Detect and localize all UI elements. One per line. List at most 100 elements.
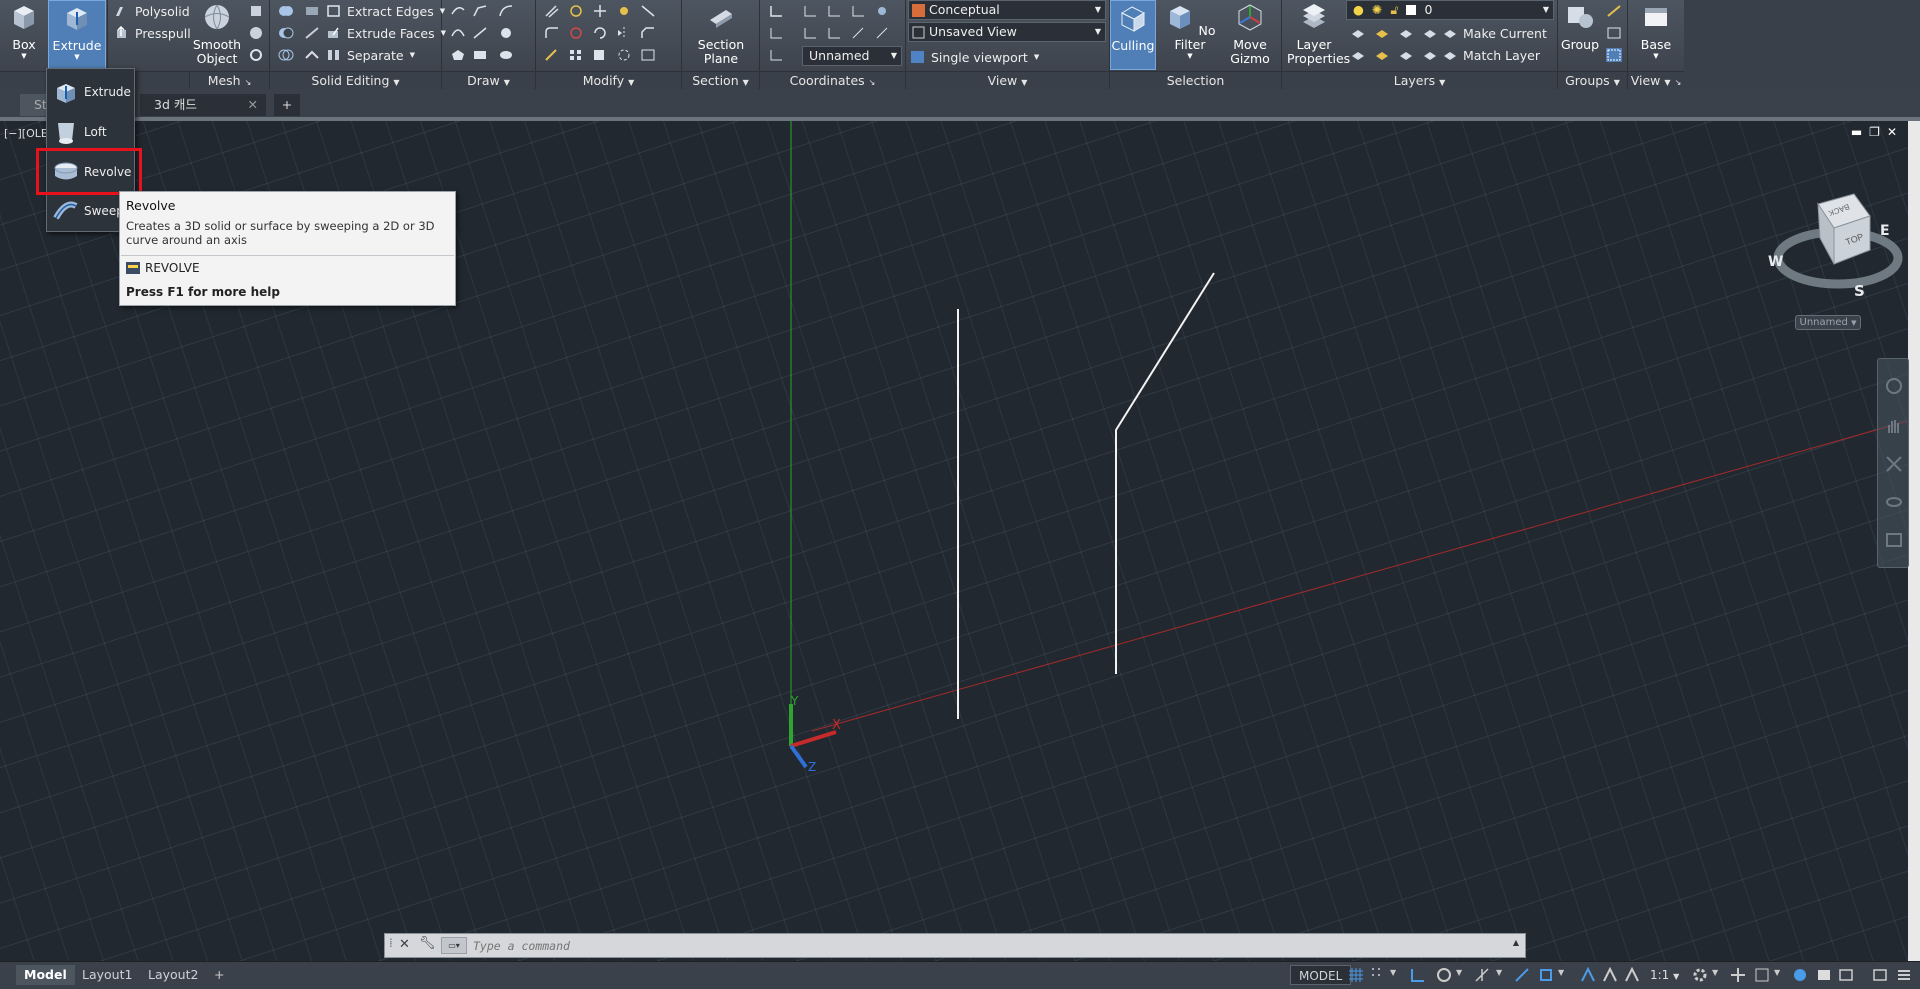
no-filter-button[interactable]: No Filter ▼ [1162, 0, 1218, 70]
ucs-x-icon[interactable] [826, 4, 842, 18]
rectangle-icon[interactable] [472, 48, 488, 62]
presspull-button[interactable]: Presspull [114, 22, 191, 44]
customization-menu-icon[interactable] [1896, 967, 1912, 983]
array-icon[interactable] [568, 48, 584, 62]
layer-freeze-icon[interactable] [1398, 26, 1414, 40]
layer-unlock-icon[interactable] [1422, 48, 1438, 62]
command-input[interactable] [473, 935, 1483, 956]
close-icon[interactable]: ✕ [399, 937, 410, 952]
annotation-visibility-icon[interactable] [1602, 967, 1618, 983]
rotate-3d-icon[interactable] [568, 26, 584, 40]
snap-icon[interactable] [1370, 967, 1386, 983]
orbit-icon[interactable] [1885, 493, 1903, 511]
ucs-combo[interactable]: Unnamed ▼ [802, 46, 902, 66]
polygon-icon[interactable] [450, 48, 466, 62]
match-layer-button[interactable]: Match Layer [1442, 44, 1540, 66]
compass-south-label[interactable]: S [1854, 282, 1865, 300]
add-layout-button[interactable]: + [206, 965, 232, 985]
ucs-3point-icon[interactable] [874, 26, 890, 40]
pan-hand-icon[interactable] [1885, 417, 1903, 435]
object-snap-tracking-icon[interactable] [1514, 967, 1530, 983]
ucs-origin-icon[interactable] [768, 26, 784, 40]
stretch-icon[interactable] [592, 48, 608, 62]
layers-panel-title[interactable]: Layers ▼ [1282, 71, 1557, 89]
chevron-down-icon[interactable]: ▼ [1712, 968, 1718, 977]
chamfer-icon[interactable] [640, 26, 656, 40]
gizmo-icon[interactable] [568, 4, 584, 18]
customize-wrench-icon[interactable]: 🔧︎ [419, 936, 436, 951]
chevron-down-icon[interactable]: ▼ [1774, 968, 1780, 977]
extrude-button[interactable]: Extrude ▼ [48, 0, 106, 70]
new-tab-button[interactable]: + [274, 94, 300, 116]
helix-icon[interactable] [450, 4, 466, 18]
chevron-down-icon[interactable]: ▼ [1496, 968, 1502, 977]
group-selection-icon[interactable] [1606, 48, 1622, 62]
ucs-face-icon[interactable] [850, 26, 866, 40]
scale-icon[interactable] [544, 48, 560, 62]
culling-button[interactable]: Culling [1110, 0, 1156, 70]
object-snap-icon[interactable] [1538, 967, 1554, 983]
separate-button[interactable]: Separate ▼ [326, 44, 415, 66]
viewport-config-button[interactable]: Single viewport ▼ [910, 46, 1039, 68]
fullscreen-icon[interactable] [1872, 967, 1888, 983]
section-panel-title[interactable]: Section ▼ [682, 71, 759, 89]
ucs-object-icon[interactable] [826, 26, 842, 40]
arc-icon[interactable] [450, 26, 466, 40]
ellipse-icon[interactable] [498, 48, 514, 62]
solid-editing-panel-title[interactable]: Solid Editing ▼ [270, 71, 441, 89]
viewcube[interactable]: TOP BACK W E S [1760, 180, 1910, 330]
view-panel-title[interactable]: View ▼ [906, 71, 1109, 89]
view2-panel-title[interactable]: View ▼ ↘ [1628, 71, 1684, 89]
chevron-down-icon[interactable]: ▼ [1558, 968, 1564, 977]
clean-screen-icon[interactable] [1838, 967, 1854, 983]
rotate-icon[interactable] [592, 26, 608, 40]
spline-icon[interactable] [498, 4, 514, 18]
chevron-up-icon[interactable]: ▲ [1513, 938, 1519, 947]
auto-scale-icon[interactable] [1624, 967, 1640, 983]
compass-west-label[interactable]: W [1768, 254, 1783, 270]
zoom-extents-icon[interactable] [1885, 455, 1903, 473]
section-plane-button[interactable]: Section Plane [688, 0, 754, 70]
ucs-y-icon[interactable] [850, 4, 866, 18]
line-icon[interactable] [472, 26, 488, 40]
layer-thaw-icon[interactable] [1398, 48, 1414, 62]
isodraft-icon[interactable] [1474, 967, 1490, 983]
ucs-named-icon[interactable] [768, 48, 784, 62]
visual-style-combo[interactable]: Conceptual ▼ [908, 0, 1106, 20]
polysolid-button[interactable]: Polysolid [114, 0, 190, 22]
grip-icon[interactable]: ⁞ [389, 936, 393, 950]
array-polar-icon[interactable] [616, 48, 632, 62]
annotation-monitor-icon[interactable] [1730, 967, 1746, 983]
recent-commands-button[interactable]: ▭▾ [441, 937, 467, 954]
layout-tab-layout1[interactable]: Layout1 [74, 965, 140, 985]
interfere-icon[interactable] [304, 4, 320, 18]
minimize-icon[interactable]: ▬ [1851, 125, 1869, 139]
annotation-scale[interactable]: 1:1 ▼ [1650, 968, 1679, 982]
intersect-icon[interactable] [278, 48, 294, 62]
ucs-icon[interactable] [768, 4, 784, 18]
array-grid-icon[interactable] [640, 48, 656, 62]
chevron-down-icon[interactable]: ▼ [1390, 968, 1396, 977]
isolate-objects-icon[interactable] [1792, 967, 1808, 983]
group-button[interactable]: Group [1560, 0, 1600, 70]
polar-tracking-icon[interactable] [1436, 967, 1452, 983]
close-icon[interactable]: ✕ [1887, 125, 1904, 139]
move-icon[interactable] [592, 4, 608, 18]
drawn-profile-polyline[interactable] [1115, 272, 1215, 674]
mesh-sphere-icon[interactable] [248, 26, 264, 40]
layer-unisolate-icon[interactable] [1374, 48, 1390, 62]
group-edit-icon[interactable] [1606, 26, 1622, 40]
union-icon[interactable] [278, 4, 294, 18]
ucs-world-icon[interactable] [802, 4, 818, 18]
circle-icon[interactable] [498, 26, 514, 40]
align-icon[interactable] [640, 4, 656, 18]
smooth-object-button[interactable]: Smooth Object [192, 0, 242, 70]
layer-lock-icon[interactable] [1422, 26, 1438, 40]
mirror-icon[interactable] [616, 26, 632, 40]
groups-panel-title[interactable]: Groups ▼ [1558, 71, 1627, 89]
chevron-down-icon[interactable]: ▼ [1456, 968, 1462, 977]
named-view-combo[interactable]: Unsaved View ▼ [908, 22, 1106, 42]
polyline-icon[interactable] [472, 4, 488, 18]
dynamic-ucs-icon[interactable] [1580, 967, 1596, 983]
thicken-icon[interactable] [304, 48, 320, 62]
